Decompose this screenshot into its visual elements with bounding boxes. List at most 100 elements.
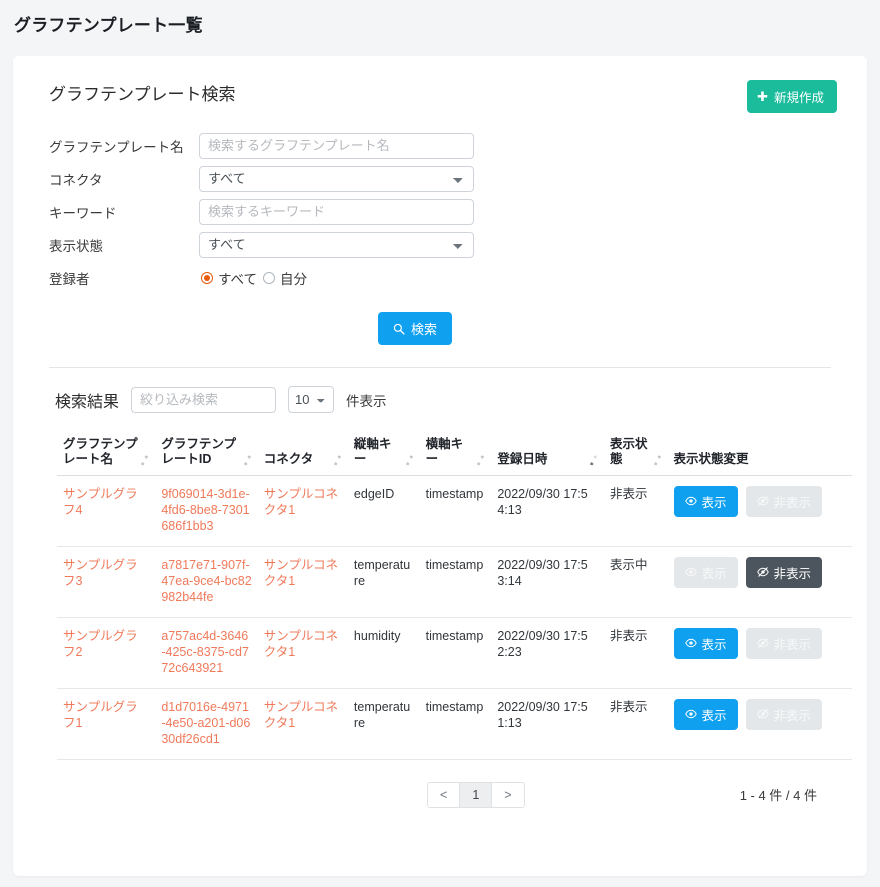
cell-template-name: サンプルグラフ1 bbox=[57, 688, 156, 760]
label-template-name: グラフテンプレート名 bbox=[49, 139, 184, 155]
col-x-axis-key[interactable]: 横軸キー bbox=[419, 431, 492, 476]
show-button-label: 表示 bbox=[701, 637, 727, 652]
hide-button: 非表示 bbox=[745, 698, 823, 730]
cell-x-axis-key: timestamp bbox=[419, 546, 492, 618]
registrant-radio-all[interactable]: すべて bbox=[201, 268, 257, 288]
col-y-axis-key-label: 縦軸キー bbox=[353, 437, 392, 466]
connector-link[interactable]: サンプルコネクタ1 bbox=[264, 487, 338, 517]
template-name-input[interactable] bbox=[199, 132, 474, 159]
connector-select[interactable]: すべて bbox=[199, 165, 474, 192]
template-id-link[interactable]: a7817e71-907f-47ea-9ce4-bc82982b44fe bbox=[161, 558, 251, 604]
connector-link[interactable]: サンプルコネクタ1 bbox=[264, 558, 338, 588]
radio-unselected-icon bbox=[263, 271, 276, 284]
cell-y-axis-key: humidity bbox=[347, 617, 420, 689]
page-title: グラフテンプレート一覧 bbox=[14, 16, 203, 35]
hide-button: 非表示 bbox=[745, 485, 823, 517]
show-button[interactable]: 表示 bbox=[673, 485, 738, 517]
cell-registered-at: 2022/09/30 17:54:13 bbox=[491, 475, 605, 547]
col-registered-at-label: 登録日時 bbox=[497, 451, 548, 466]
cell-template-name: サンプルグラフ2 bbox=[57, 617, 156, 689]
filter-input[interactable] bbox=[131, 386, 277, 413]
search-icon bbox=[393, 323, 405, 335]
col-template-name-label: グラフテンプレート名 bbox=[63, 437, 138, 466]
show-button[interactable]: 表示 bbox=[673, 627, 738, 659]
search-action-row: 検索 bbox=[35, 312, 845, 345]
hide-button-label: 非表示 bbox=[773, 708, 812, 723]
pagination-next[interactable]: > bbox=[491, 781, 525, 808]
col-y-axis-key[interactable]: 縦軸キー bbox=[347, 431, 420, 476]
cell-template-name: サンプルグラフ4 bbox=[57, 475, 156, 547]
table-footer: < 1 > 1 - 4 件 / 4 件 bbox=[57, 781, 817, 808]
template-name-link[interactable]: サンプルグラフ3 bbox=[63, 558, 138, 588]
eye-slash-icon bbox=[756, 638, 769, 648]
template-id-link[interactable]: d1d7016e-4971-4e50-a201-d0630df26cd1 bbox=[161, 700, 250, 746]
show-button-label: 表示 bbox=[701, 708, 727, 723]
show-button: 表示 bbox=[673, 556, 738, 588]
eye-icon bbox=[684, 567, 697, 577]
table-row: サンプルグラフ1 d1d7016e-4971-4e50-a201-d0630df… bbox=[57, 688, 852, 760]
col-display-state[interactable]: 表示状態 bbox=[604, 431, 668, 476]
display-state-select[interactable]: すべて bbox=[199, 231, 474, 258]
cell-x-axis-key: timestamp bbox=[419, 617, 492, 689]
cell-template-id: 9f069014-3d1e-4fd6-8be8-7301686f1bb3 bbox=[155, 475, 258, 547]
table-row: サンプルグラフ2 a757ac4d-3646-425c-8375-cd772c6… bbox=[57, 617, 852, 689]
eye-icon bbox=[684, 709, 697, 719]
results-toolbar: 検索結果 10 件表示 bbox=[35, 368, 845, 413]
template-name-link[interactable]: サンプルグラフ4 bbox=[63, 487, 138, 517]
keyword-input[interactable] bbox=[199, 198, 474, 225]
cell-template-name: サンプルグラフ3 bbox=[57, 546, 156, 618]
cell-y-axis-key: edgeID bbox=[347, 475, 420, 547]
hide-button-label: 非表示 bbox=[773, 495, 812, 510]
field-row-keyword: キーワード bbox=[49, 195, 845, 228]
pagination-prev[interactable]: < bbox=[427, 781, 461, 808]
col-registered-at[interactable]: 登録日時 bbox=[491, 431, 605, 476]
hide-button[interactable]: 非表示 bbox=[745, 556, 823, 588]
cell-registered-at: 2022/09/30 17:51:13 bbox=[491, 688, 605, 760]
cell-actions: 表示 非表示 bbox=[667, 688, 852, 760]
page-length-select[interactable]: 10 bbox=[288, 386, 335, 413]
connector-link[interactable]: サンプルコネクタ1 bbox=[264, 629, 338, 659]
col-template-name[interactable]: グラフテンプレート名 bbox=[57, 431, 156, 476]
sort-icon bbox=[141, 455, 149, 466]
cell-registered-at: 2022/09/30 17:53:14 bbox=[491, 546, 605, 618]
template-name-link[interactable]: サンプルグラフ2 bbox=[63, 629, 138, 659]
search-button-label: 検索 bbox=[410, 322, 437, 337]
results-title: 検索結果 bbox=[55, 393, 120, 411]
template-name-link[interactable]: サンプルグラフ1 bbox=[63, 700, 138, 730]
template-id-link[interactable]: 9f069014-3d1e-4fd6-8be8-7301686f1bb3 bbox=[161, 487, 249, 533]
search-button[interactable]: 検索 bbox=[377, 312, 452, 345]
cell-template-id: a757ac4d-3646-425c-8375-cd772c643921 bbox=[155, 617, 258, 689]
registrant-radio-group: すべて 自分 bbox=[201, 268, 307, 288]
cell-template-id: d1d7016e-4971-4e50-a201-d0630df26cd1 bbox=[155, 688, 258, 760]
cell-x-axis-key: timestamp bbox=[419, 688, 492, 760]
plus-icon: ✚ bbox=[757, 89, 768, 104]
cell-connector: サンプルコネクタ1 bbox=[257, 617, 348, 689]
hide-button-label: 非表示 bbox=[773, 637, 812, 652]
eye-icon bbox=[684, 638, 697, 648]
new-template-button-label: 新規作成 bbox=[773, 91, 824, 105]
registrant-radio-self[interactable]: 自分 bbox=[263, 268, 307, 288]
show-button-label: 表示 bbox=[701, 495, 727, 510]
col-template-id[interactable]: グラフテンプレートID bbox=[155, 431, 258, 476]
show-button[interactable]: 表示 bbox=[673, 698, 738, 730]
table-row: サンプルグラフ3 a7817e71-907f-47ea-9ce4-bc82982… bbox=[57, 546, 852, 618]
template-id-link[interactable]: a757ac4d-3646-425c-8375-cd772c643921 bbox=[161, 629, 249, 675]
new-template-button[interactable]: ✚ 新規作成 bbox=[747, 80, 837, 113]
cell-display-state: 非表示 bbox=[604, 617, 668, 689]
search-form: グラフテンプレート名 コネクタ すべて キーワード 表示状態 すべて 登録者 bbox=[35, 129, 845, 294]
show-button-label: 表示 bbox=[701, 566, 727, 581]
col-connector[interactable]: コネクタ bbox=[257, 431, 348, 476]
pagination: < 1 > bbox=[427, 781, 525, 808]
eye-slash-icon bbox=[756, 496, 769, 506]
cell-x-axis-key: timestamp bbox=[419, 475, 492, 547]
eye-slash-icon bbox=[756, 567, 769, 577]
search-panel-header: グラフテンプレート検索 ✚ 新規作成 bbox=[35, 80, 845, 113]
cell-connector: サンプルコネクタ1 bbox=[257, 475, 348, 547]
cell-template-id: a7817e71-907f-47ea-9ce4-bc82982b44fe bbox=[155, 546, 258, 618]
sort-icon bbox=[405, 455, 413, 466]
result-count: 1 - 4 件 / 4 件 bbox=[739, 788, 817, 803]
pagination-page-1[interactable]: 1 bbox=[459, 781, 493, 808]
connector-link[interactable]: サンプルコネクタ1 bbox=[264, 700, 338, 730]
col-template-id-label: グラフテンプレートID bbox=[161, 437, 236, 466]
search-panel-title: グラフテンプレート検索 bbox=[49, 85, 236, 104]
